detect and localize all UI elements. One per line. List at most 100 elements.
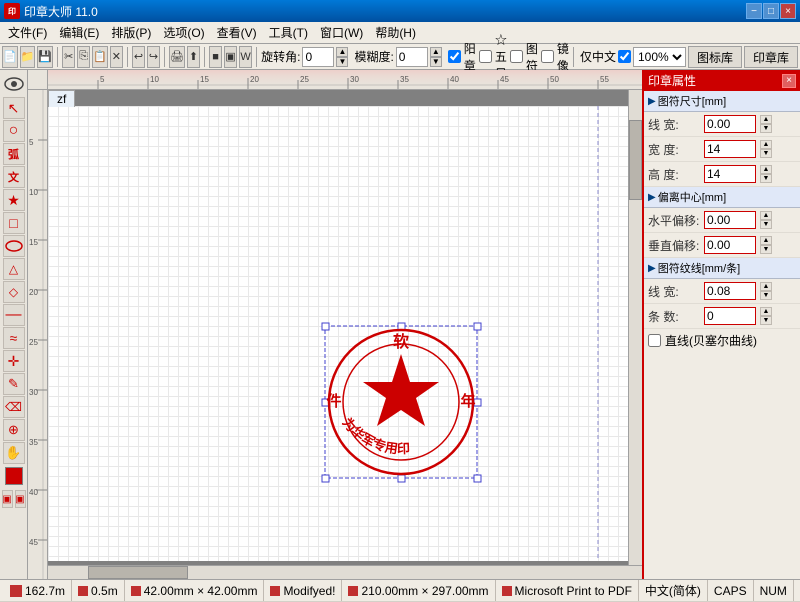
symbol-height-label: 高 度: (648, 166, 700, 183)
tool-star[interactable]: ★ (3, 189, 25, 211)
svg-text:5: 5 (100, 75, 105, 84)
menu-layout[interactable]: 排版(P) (105, 22, 157, 43)
menu-view[interactable]: 查看(V) (211, 22, 263, 43)
status-caps: CAPS (708, 580, 754, 601)
svg-text:40: 40 (450, 75, 459, 84)
tool-hand[interactable]: ✋ (3, 442, 25, 464)
tool-zoom[interactable]: ⊕ (3, 419, 25, 441)
paste-button[interactable]: 📋 (92, 46, 108, 68)
color-swatch[interactable] (5, 467, 23, 485)
canvas[interactable]: 软 件 年 为华军专用印 (48, 106, 642, 561)
fuhao-checkbox[interactable] (510, 50, 523, 63)
zhongwen-checkbox[interactable] (618, 50, 631, 63)
stripe-count-label: 条 数: (648, 308, 700, 325)
sep2 (127, 47, 128, 67)
tool-pen[interactable]: ✎ (3, 373, 25, 395)
tool-eraser[interactable]: ⌫ (3, 396, 25, 418)
stripe-count-spinner[interactable]: ▲ ▼ (760, 307, 772, 325)
zoom-select[interactable]: 100% 75% 50% 150% 200% (633, 47, 686, 67)
h-scrollbar[interactable] (48, 565, 642, 579)
menu-file[interactable]: 文件(F) (2, 22, 53, 43)
tool-wave[interactable]: ≈ (3, 327, 25, 349)
icon-library-button[interactable]: 图标库 (688, 46, 742, 68)
v-offset-spinner[interactable]: ▲ ▼ (760, 236, 772, 254)
toolbar-row1: 📄 📁 💾 ✂ ⎘ 📋 ✕ ↩ ↪ 🖨 ⬆ ■ ▣ W 旋转角: ▲▼ 模糊度:… (0, 44, 800, 70)
wuxing-checkbox[interactable] (479, 50, 492, 63)
tool-circle[interactable]: ○ (3, 120, 25, 142)
menu-help[interactable]: 帮助(H) (369, 22, 422, 43)
file-tab[interactable]: zf (48, 90, 75, 107)
menu-tools[interactable]: 工具(T) (263, 22, 314, 43)
menu-window[interactable]: 窗口(W) (314, 22, 369, 43)
stripe-count-row: 条 数: ▲ ▼ (644, 304, 800, 329)
line-width2-row: 线 宽: ▲ ▼ (644, 279, 800, 304)
tb-btn3[interactable]: W (239, 46, 252, 68)
yangzhang-label: 阳章 (464, 40, 476, 74)
cut-button[interactable]: ✂ (62, 46, 75, 68)
status-modified: Modifyed! (264, 580, 342, 601)
tool-select[interactable]: ↖ (3, 97, 25, 119)
symbol-height-input[interactable] (704, 165, 756, 183)
extra-btn1[interactable]: ▣ (2, 490, 13, 508)
copy-button[interactable]: ⎘ (77, 46, 90, 68)
extra-btn2[interactable]: ▣ (15, 490, 26, 508)
undo-button[interactable]: ↩ (132, 46, 145, 68)
svg-text:10: 10 (150, 75, 159, 84)
print-button[interactable]: 🖨 (169, 46, 185, 68)
delete-button[interactable]: ✕ (110, 46, 123, 68)
ruler-horizontal: // Ticks 5 10 15 20 25 30 35 40 (48, 70, 642, 90)
scale-label: 模糊度: (354, 48, 393, 65)
tool-oval[interactable] (3, 235, 25, 257)
stamp-library-button[interactable]: 印章库 (744, 46, 798, 68)
panel-close-button[interactable]: × (782, 74, 796, 88)
symbol-width-input[interactable] (704, 140, 756, 158)
svg-text:20: 20 (250, 75, 259, 84)
v-offset-input[interactable] (704, 236, 756, 254)
symbol-width-spinner[interactable]: ▲ ▼ (760, 140, 772, 158)
bezier-checkbox[interactable] (648, 334, 661, 347)
tool-text[interactable]: 文 (3, 166, 25, 188)
new-button[interactable]: 📄 (2, 46, 18, 68)
menu-edit[interactable]: 编辑(E) (53, 22, 105, 43)
h-offset-input[interactable] (704, 211, 756, 229)
redo-button[interactable]: ↪ (147, 46, 160, 68)
symbol-height-spinner[interactable]: ▲ ▼ (760, 165, 772, 183)
sep1 (57, 47, 58, 67)
tool-diamond[interactable]: ◇ (3, 281, 25, 303)
tool-rect[interactable]: □ (3, 212, 25, 234)
v-scrollbar[interactable] (628, 90, 642, 565)
status-printer: Microsoft Print to PDF (496, 580, 639, 601)
status-papersize: 210.00mm × 297.00mm (342, 580, 495, 601)
yangzhang-checkbox[interactable] (448, 50, 461, 63)
menu-options[interactable]: 选项(O) (157, 22, 210, 43)
tb-btn1[interactable]: ■ (209, 46, 222, 68)
scale-spinner[interactable]: ▲▼ (430, 47, 442, 67)
section2-arrow: ▶ (648, 192, 656, 203)
line-width2-input[interactable] (704, 282, 756, 300)
status-size1: 0.5m (72, 580, 125, 601)
scale-input[interactable] (396, 47, 428, 67)
stamp-svg: 软 件 年 为华军专用印 (48, 106, 642, 561)
save-button[interactable]: 💾 (37, 46, 53, 68)
eye-button[interactable] (2, 72, 26, 96)
jingxiang-checkbox[interactable] (541, 50, 554, 63)
h-offset-spinner[interactable]: ▲ ▼ (760, 211, 772, 229)
open-button[interactable]: 📁 (20, 46, 36, 68)
tool-triangle[interactable]: △ (3, 258, 25, 280)
rotate-spinner[interactable]: ▲▼ (336, 47, 348, 67)
line-width-input[interactable] (704, 115, 756, 133)
close-button[interactable]: × (780, 3, 796, 19)
line-width-spinner[interactable]: ▲ ▼ (760, 115, 772, 133)
tool-cross[interactable]: ✛ (3, 350, 25, 372)
rotate-input[interactable] (302, 47, 334, 67)
export-button[interactable]: ⬆ (187, 46, 200, 68)
svg-text:15: 15 (200, 75, 209, 84)
minimize-button[interactable]: − (746, 3, 762, 19)
status-docsize: 42.00mm × 42.00mm (125, 580, 265, 601)
maximize-button[interactable]: □ (763, 3, 779, 19)
line-width2-spinner[interactable]: ▲ ▼ (760, 282, 772, 300)
stripe-count-input[interactable] (704, 307, 756, 325)
tool-line[interactable]: — (3, 304, 25, 326)
tool-text-arc[interactable]: 弧 (3, 143, 25, 165)
tb-btn2[interactable]: ▣ (224, 46, 237, 68)
